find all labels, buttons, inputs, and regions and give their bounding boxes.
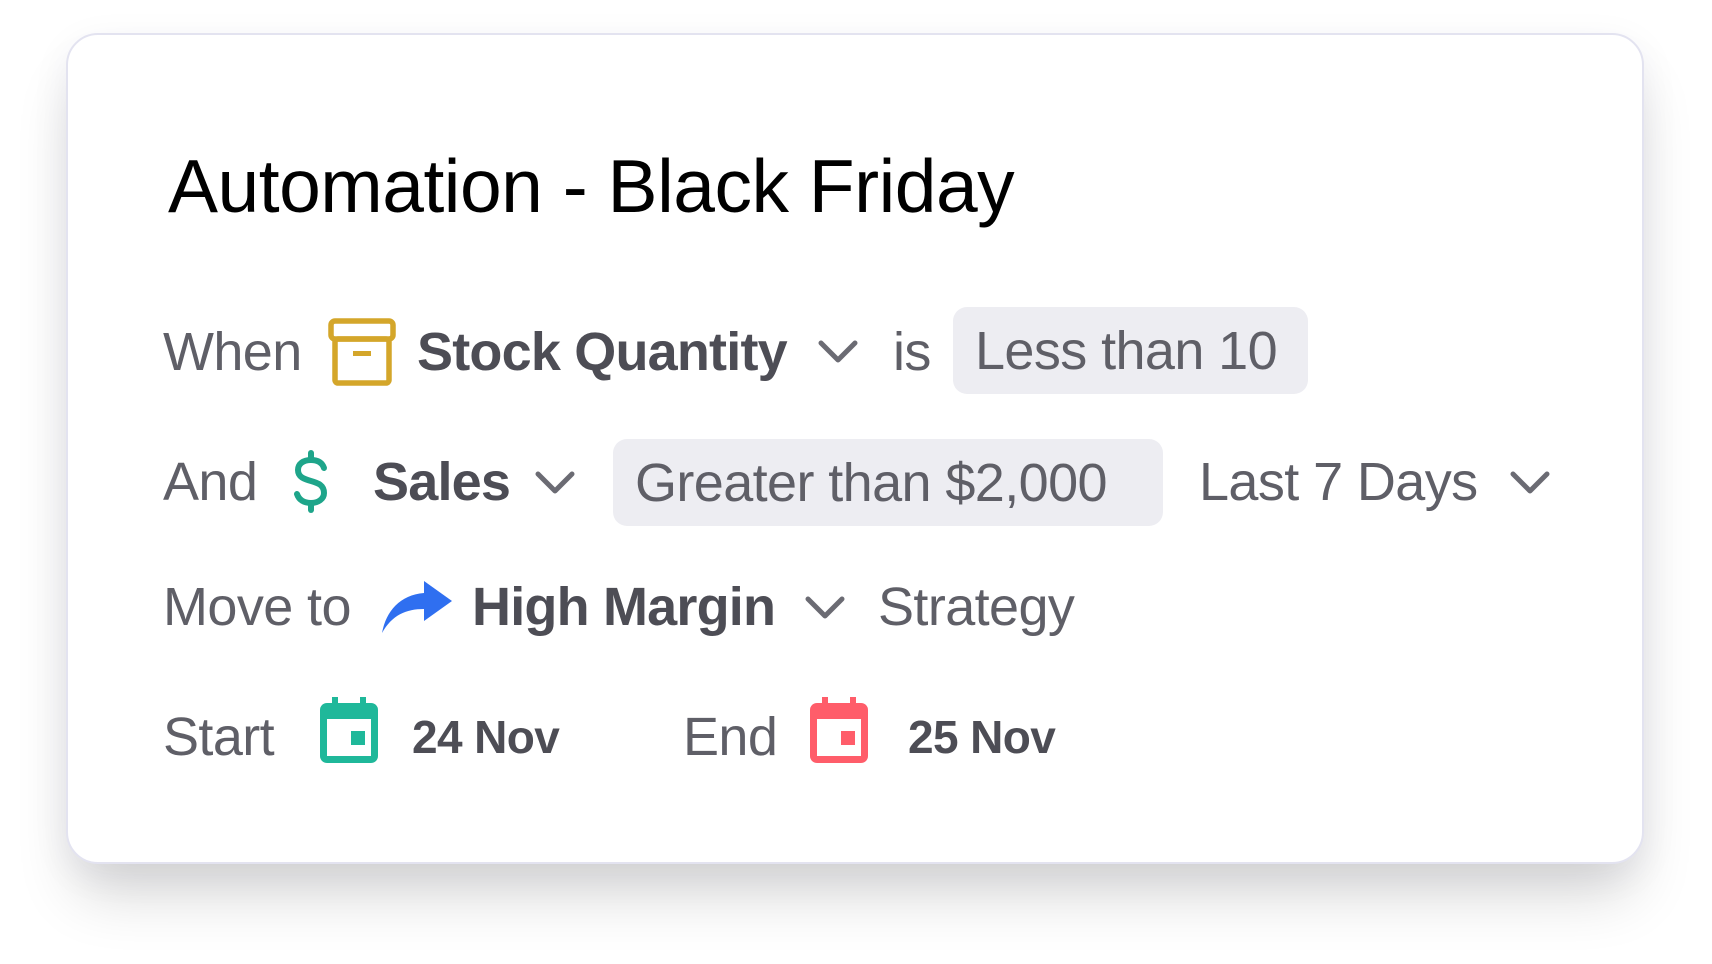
start-date[interactable]: 24 Nov [412, 705, 560, 769]
period-dropdown-last-7-days[interactable]: Last 7 Days [1199, 450, 1478, 514]
field-dropdown-stock-quantity[interactable]: Stock Quantity [417, 320, 788, 384]
end-calendar-icon[interactable] [808, 695, 870, 765]
and-label: And [163, 452, 258, 512]
condition-chip-less-than[interactable]: Less than 10 [953, 307, 1308, 394]
chevron-down-icon[interactable] [1510, 470, 1550, 496]
chevron-down-icon[interactable] [818, 339, 858, 365]
forward-arrow-icon [380, 579, 454, 637]
condition-chip-greater-than[interactable]: Greater than $2,000 [613, 439, 1163, 526]
when-label: When [163, 322, 302, 382]
end-date[interactable]: 25 Nov [908, 705, 1056, 769]
automation-title: Automation - Black Friday [168, 144, 1015, 228]
condition-text: Greater than $2,000 [635, 452, 1108, 513]
move-to-label: Move to [163, 577, 351, 637]
automation-card: Automation - Black Friday When Stock Qua… [66, 33, 1644, 864]
chevron-down-icon[interactable] [805, 595, 845, 621]
start-label: Start [163, 707, 275, 767]
target-dropdown-high-margin[interactable]: High Margin [472, 575, 776, 639]
start-calendar-icon[interactable] [318, 695, 380, 765]
archive-box-icon [327, 317, 397, 387]
is-label: is [893, 322, 931, 382]
strategy-label: Strategy [878, 577, 1075, 637]
field-dropdown-sales[interactable]: Sales [373, 450, 511, 514]
end-label: End [683, 707, 778, 767]
condition-text: Less than 10 [975, 320, 1278, 381]
chevron-down-icon[interactable] [535, 470, 575, 496]
dollar-icon [290, 450, 332, 514]
